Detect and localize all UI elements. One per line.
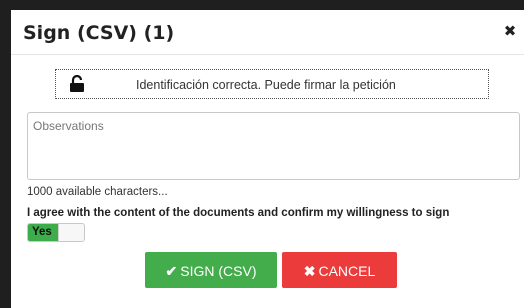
close-icon[interactable]: ✖: [502, 22, 518, 40]
backdrop-overlay-left: [0, 0, 11, 308]
cancel-button-label: CANCEL: [318, 263, 376, 279]
cancel-button[interactable]: ✖ CANCEL: [282, 252, 397, 288]
toggle-knob: [58, 224, 84, 241]
toggle-yes-label: Yes: [28, 224, 58, 241]
unlock-icon: [69, 74, 85, 93]
observations-input[interactable]: [27, 112, 520, 180]
dialog-title: Sign (CSV) (1): [23, 22, 175, 44]
identification-status: Identificación correcta. Puede firmar la…: [55, 69, 489, 99]
dialog-header: Sign (CSV) (1) ✖: [11, 10, 524, 55]
sign-dialog: Sign (CSV) (1) ✖ Identificación correcta…: [11, 10, 524, 308]
char-count-text: 1000 available characters...: [27, 186, 168, 198]
sign-csv-button[interactable]: ✔ SIGN (CSV): [145, 252, 277, 288]
agree-statement: I agree with the content of the document…: [27, 207, 450, 219]
sign-button-label: SIGN (CSV): [180, 263, 257, 279]
backdrop-overlay-top: [0, 0, 524, 10]
agree-toggle[interactable]: Yes: [27, 223, 85, 242]
x-icon: ✖: [303, 263, 316, 279]
check-icon: ✔: [165, 263, 178, 279]
identification-text: Identificación correcta. Puede firmar la…: [136, 78, 396, 92]
